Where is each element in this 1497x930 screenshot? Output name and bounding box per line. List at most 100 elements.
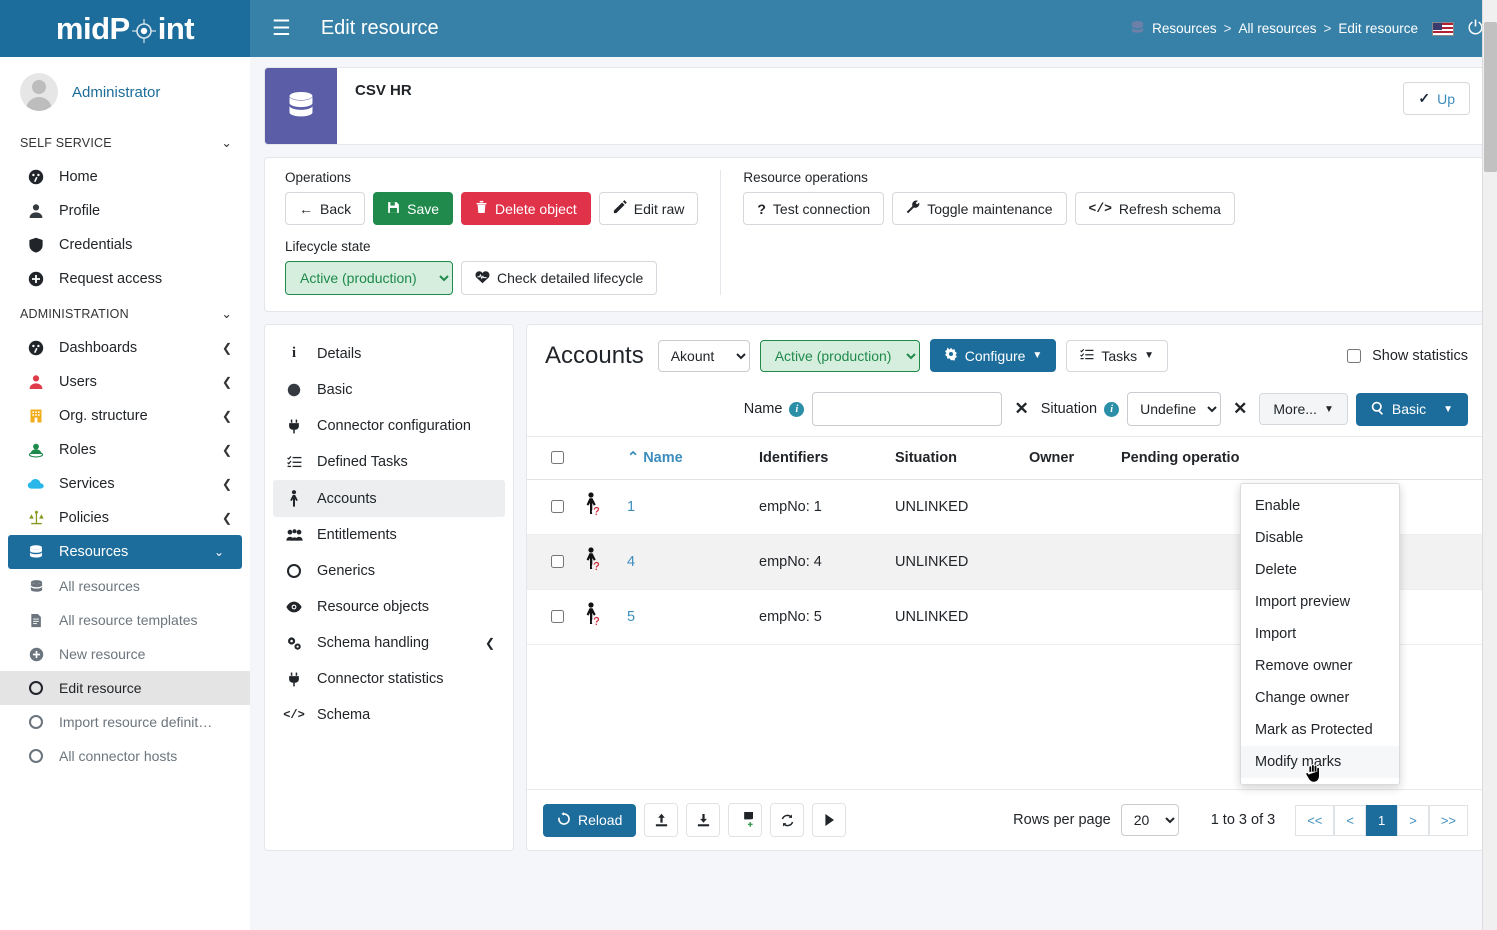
chart-add-icon[interactable] bbox=[728, 803, 763, 837]
save-button[interactable]: Save bbox=[373, 192, 454, 225]
sidebar-item-roles[interactable]: Roles ❮ bbox=[0, 433, 250, 467]
row-name[interactable]: 5 bbox=[619, 589, 751, 645]
sidebar-item-edit-resource[interactable]: Edit resource bbox=[0, 671, 250, 705]
breadcrumb-item-edit-resource[interactable]: Edit resource bbox=[1338, 21, 1418, 36]
play-icon[interactable] bbox=[812, 803, 847, 837]
select-all-checkbox[interactable] bbox=[551, 451, 564, 464]
name-filter-label: Name i bbox=[744, 401, 805, 417]
inner-nav-item-schema[interactable]: </> Schema bbox=[273, 697, 505, 733]
sync-icon[interactable] bbox=[770, 803, 805, 837]
column-header-pending-operations[interactable]: Pending operatio bbox=[1113, 437, 1484, 480]
pager-first[interactable]: << bbox=[1295, 804, 1335, 836]
sidebar-item-import-resource-definition[interactable]: Import resource definit… bbox=[0, 705, 250, 739]
breadcrumb-item-resources[interactable]: Resources bbox=[1152, 21, 1217, 36]
more-filters-button[interactable]: More... ▼ bbox=[1259, 393, 1348, 425]
column-header-identifiers[interactable]: Identifiers bbox=[751, 437, 887, 480]
row-checkbox[interactable] bbox=[551, 555, 564, 568]
power-icon[interactable]: ⏻ bbox=[1468, 18, 1483, 40]
back-button[interactable]: ← Back bbox=[285, 192, 366, 225]
delete-object-button[interactable]: Delete object bbox=[461, 192, 591, 225]
inner-nav-item-schema-handling[interactable]: Schema handling ❮ bbox=[273, 625, 505, 661]
user-box[interactable]: Administrator bbox=[0, 57, 250, 125]
button-label: Basic bbox=[1391, 401, 1427, 417]
inner-nav-item-defined-tasks[interactable]: Defined Tasks bbox=[273, 444, 505, 480]
sidebar-item-new-resource[interactable]: New resource bbox=[0, 637, 250, 671]
pager-last[interactable]: >> bbox=[1428, 804, 1468, 836]
row-checkbox[interactable] bbox=[551, 500, 564, 513]
menu-item-modify-marks[interactable]: Modify marks bbox=[1241, 746, 1399, 778]
clear-name-filter-icon[interactable]: ✕ bbox=[1010, 399, 1032, 419]
test-connection-button[interactable]: ? Test connection bbox=[743, 192, 885, 225]
sidebar-item-profile[interactable]: Profile bbox=[0, 194, 250, 228]
inner-nav-item-entitlements[interactable]: Entitlements bbox=[273, 517, 505, 553]
search-basic-button[interactable]: Basic ▼ bbox=[1355, 392, 1468, 426]
kind-select[interactable]: Akount bbox=[657, 339, 750, 372]
info-circle-icon[interactable]: i bbox=[789, 401, 805, 417]
tasks-button[interactable]: Tasks ▼ bbox=[1066, 339, 1169, 372]
scrollbar-thumb[interactable] bbox=[1484, 22, 1497, 172]
toggle-maintenance-button[interactable]: Toggle maintenance bbox=[892, 192, 1067, 225]
hamburger-icon[interactable]: ☰ bbox=[272, 18, 291, 39]
upload-icon[interactable] bbox=[644, 803, 679, 837]
menu-item-delete[interactable]: Delete bbox=[1241, 554, 1399, 586]
show-statistics-checkbox[interactable] bbox=[1347, 348, 1362, 363]
sidebar-item-services[interactable]: Services ❮ bbox=[0, 467, 250, 501]
menu-item-remove-owner[interactable]: Remove owner bbox=[1241, 650, 1399, 682]
inner-nav-item-generics[interactable]: Generics bbox=[273, 553, 505, 589]
name-search-input[interactable] bbox=[812, 392, 1003, 426]
us-flag-icon[interactable] bbox=[1431, 21, 1454, 36]
breadcrumb-item-all-resources[interactable]: All resources bbox=[1239, 21, 1317, 36]
menu-item-import[interactable]: Import bbox=[1241, 618, 1399, 650]
menu-item-mark-as-protected[interactable]: Mark as Protected bbox=[1241, 714, 1399, 746]
inner-nav-item-details[interactable]: i Details bbox=[273, 335, 505, 372]
situation-select[interactable]: Undefined bbox=[1127, 392, 1222, 426]
check-detailed-lifecycle-button[interactable]: Check detailed lifecycle bbox=[461, 261, 658, 295]
sidebar-item-credentials[interactable]: Credentials bbox=[0, 228, 250, 262]
row-name[interactable]: 4 bbox=[619, 534, 751, 590]
sidebar-section-self-service[interactable]: SELF SERVICE ⌄ bbox=[0, 125, 250, 160]
menu-item-enable[interactable]: Enable bbox=[1241, 490, 1399, 522]
column-header-situation[interactable]: Situation bbox=[887, 437, 1021, 480]
row-name[interactable]: 1 bbox=[619, 479, 751, 535]
sidebar-item-dashboards[interactable]: Dashboards ❮ bbox=[0, 331, 250, 365]
column-header-name[interactable]: ⌃ Name bbox=[619, 437, 751, 480]
sidebar-item-all-connector-hosts[interactable]: All connector hosts bbox=[0, 739, 250, 773]
menu-item-import-preview[interactable]: Import preview bbox=[1241, 586, 1399, 618]
sidebar-item-all-resource-templates[interactable]: All resource templates bbox=[0, 603, 250, 637]
pager-next[interactable]: > bbox=[1397, 804, 1429, 836]
refresh-schema-button[interactable]: </> Refresh schema bbox=[1074, 192, 1235, 225]
menu-item-change-owner[interactable]: Change owner bbox=[1241, 682, 1399, 714]
sidebar-item-policies[interactable]: Policies ❮ bbox=[0, 501, 250, 535]
download-icon[interactable] bbox=[686, 803, 721, 837]
accounts-lifecycle-select[interactable]: Active (production) bbox=[759, 339, 920, 372]
show-statistics-toggle[interactable]: Show statistics bbox=[1343, 346, 1468, 366]
sidebar-item-resources[interactable]: Resources ⌄ bbox=[8, 535, 242, 569]
configure-button[interactable]: Configure ▼ bbox=[929, 339, 1057, 372]
sidebar-item-request-access[interactable]: Request access bbox=[0, 262, 250, 296]
column-header-owner[interactable]: Owner bbox=[1021, 437, 1113, 480]
sidebar-item-users[interactable]: Users ❮ bbox=[0, 365, 250, 399]
row-checkbox[interactable] bbox=[551, 610, 564, 623]
sidebar-item-all-resources[interactable]: All resources bbox=[0, 569, 250, 603]
caret-down-icon: ▼ bbox=[1323, 403, 1334, 415]
lifecycle-select[interactable]: Active (production) bbox=[285, 261, 453, 295]
sidebar-item-home[interactable]: Home bbox=[0, 160, 250, 194]
sidebar-section-administration[interactable]: ADMINISTRATION ⌄ bbox=[0, 296, 250, 331]
inner-nav-item-connector-statistics[interactable]: Connector statistics bbox=[273, 661, 505, 697]
menu-item-disable[interactable]: Disable bbox=[1241, 522, 1399, 554]
edit-raw-button[interactable]: Edit raw bbox=[598, 192, 699, 225]
reload-button[interactable]: Reload bbox=[543, 803, 637, 837]
inner-nav-item-accounts[interactable]: Accounts bbox=[273, 480, 505, 517]
clear-situation-filter-icon[interactable]: ✕ bbox=[1229, 399, 1251, 419]
info-circle-icon[interactable]: i bbox=[1104, 401, 1120, 417]
inner-nav-item-basic[interactable]: Basic bbox=[273, 372, 505, 408]
status-badge[interactable]: ✓ Up bbox=[1403, 82, 1470, 115]
pager-prev[interactable]: < bbox=[1334, 804, 1366, 836]
brand-logo[interactable]: mid P int bbox=[0, 0, 250, 57]
pager-page-1[interactable]: 1 bbox=[1365, 804, 1398, 836]
sidebar-item-org-structure[interactable]: Org. structure ❮ bbox=[0, 399, 250, 433]
page-scrollbar[interactable] bbox=[1482, 0, 1497, 930]
inner-nav-item-connector-configuration[interactable]: Connector configuration bbox=[273, 408, 505, 444]
rows-per-page-select[interactable]: 20 bbox=[1120, 804, 1179, 836]
inner-nav-item-resource-objects[interactable]: Resource objects bbox=[273, 589, 505, 625]
